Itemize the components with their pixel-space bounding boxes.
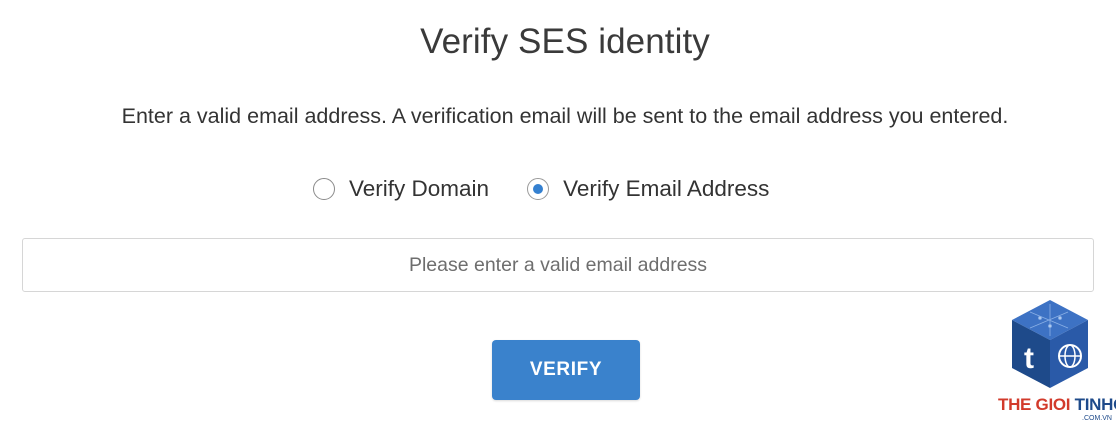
cube-logo-icon: t bbox=[1012, 300, 1088, 388]
radio-checked-icon[interactable] bbox=[527, 178, 550, 200]
radio-verify-email-address-label: Verify Email Address bbox=[563, 176, 770, 201]
page-title: Verify SES identity bbox=[420, 22, 710, 61]
watermark-brand-text: THE GIOI TINHOC bbox=[998, 395, 1116, 415]
watermark-brand-sub: .COM.VN bbox=[1082, 415, 1112, 422]
page-description: Enter a valid email address. A verificat… bbox=[121, 104, 1009, 128]
watermark-brand-part1: THE GIOI bbox=[998, 395, 1075, 414]
radio-verify-email-address[interactable]: Verify Email Address bbox=[527, 176, 769, 202]
radio-unchecked-icon[interactable] bbox=[313, 178, 335, 200]
watermark-logo: t THE GIOI TINHOC .COM.VN bbox=[996, 300, 1116, 425]
radio-verify-domain-label: Verify Domain bbox=[349, 176, 490, 201]
verify-button[interactable]: VERIFY bbox=[492, 340, 640, 400]
watermark-brand-part2: TINHOC bbox=[1074, 395, 1116, 414]
radio-selected-dot bbox=[533, 184, 544, 194]
verify-identity-page: Verify SES identity Enter a valid email … bbox=[0, 0, 1116, 425]
svg-text:t: t bbox=[1024, 342, 1034, 375]
email-address-input[interactable] bbox=[22, 238, 1094, 292]
identity-type-radio-group: Verify Domain Verify Email Address bbox=[313, 172, 769, 206]
radio-verify-domain[interactable]: Verify Domain bbox=[313, 176, 489, 202]
